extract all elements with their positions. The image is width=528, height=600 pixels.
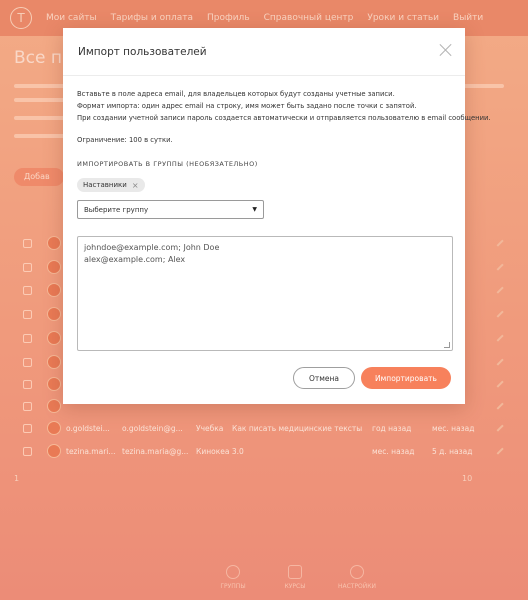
- textarea-line: alex@example.com; Alex: [84, 255, 186, 264]
- import-button[interactable]: Импортировать: [361, 367, 451, 389]
- emails-textarea[interactable]: johndoe@example.com; John Doe alex@examp…: [77, 236, 453, 351]
- avatar: [47, 307, 61, 321]
- row-checkbox[interactable]: [23, 286, 32, 295]
- row-checkbox[interactable]: [23, 358, 32, 367]
- cell-group: Кинокеа 3.0: [196, 447, 244, 456]
- cell-active: мес. назад: [432, 424, 475, 433]
- avatar: [47, 421, 61, 435]
- nav-item-profile[interactable]: Профиль: [207, 13, 250, 23]
- pencil-icon[interactable]: [492, 282, 504, 294]
- logo-icon[interactable]: T: [10, 7, 32, 29]
- avatar: [47, 260, 61, 274]
- nav-item-my-sites[interactable]: Мои сайты: [46, 13, 97, 23]
- nav-item-help[interactable]: Справочный центр: [264, 13, 354, 23]
- bottom-nav-courses[interactable]: КУРСЫ: [270, 565, 320, 590]
- pagination-last[interactable]: 10: [462, 474, 472, 483]
- pencil-icon[interactable]: [492, 398, 504, 410]
- avatar: [47, 377, 61, 391]
- cell-active: 5 д. назад: [432, 447, 473, 456]
- row-checkbox[interactable]: [23, 447, 32, 456]
- row-checkbox[interactable]: [23, 263, 32, 272]
- cell-email: tezina.maria@g...: [122, 447, 189, 456]
- row-checkbox[interactable]: [23, 334, 32, 343]
- row-checkbox[interactable]: [23, 424, 32, 433]
- resize-handle[interactable]: [444, 342, 450, 348]
- bottom-nav-label: ГРУППЫ: [220, 583, 246, 590]
- chevron-down-icon: ▼: [252, 206, 257, 213]
- row-checkbox[interactable]: [23, 239, 32, 248]
- info-line: При создании учетной записи пароль созда…: [77, 114, 491, 122]
- modal-title: Импорт пользователей: [78, 45, 207, 58]
- info-line: Вставьте в поле адреса email, для владел…: [77, 90, 395, 98]
- pencil-icon[interactable]: [492, 306, 504, 318]
- cell-email: o.goldstein@g...: [122, 424, 183, 433]
- pencil-icon[interactable]: [492, 354, 504, 366]
- bottom-nav-groups[interactable]: ГРУППЫ: [208, 565, 258, 590]
- avatar: [47, 331, 61, 345]
- nav-item-logout[interactable]: Выйти: [453, 13, 483, 23]
- group-select-value: Выберите группу: [84, 205, 149, 214]
- cell-created: год назад: [372, 424, 412, 433]
- pencil-icon[interactable]: [492, 376, 504, 388]
- nav-item-tariffs[interactable]: Тарифы и оплата: [111, 13, 193, 23]
- info-line: Формат импорта: один адрес email на стро…: [77, 102, 417, 110]
- group-select[interactable]: Выберите группу ▼: [77, 200, 264, 219]
- group-tag: Наставники ×: [77, 178, 145, 192]
- import-users-modal: Импорт пользователей Вставьте в поле адр…: [63, 28, 491, 404]
- courses-icon: [288, 565, 302, 579]
- cell-group: Учебка: [196, 424, 224, 433]
- modal-header: Импорт пользователей: [63, 28, 465, 75]
- pencil-icon[interactable]: [492, 235, 504, 247]
- pencil-icon[interactable]: [492, 443, 504, 455]
- table-row[interactable]: tezina.mari... tezina.maria@g... Кинокеа…: [0, 439, 528, 463]
- row-checkbox[interactable]: [23, 310, 32, 319]
- bottom-nav-label: НАСТРОЙКИ: [337, 583, 377, 590]
- table-row[interactable]: o.goldstei... o.goldstein@g... Учебка Ка…: [0, 416, 528, 440]
- row-checkbox[interactable]: [23, 380, 32, 389]
- cancel-button[interactable]: Отмена: [293, 367, 355, 389]
- settings-icon: [350, 565, 364, 579]
- row-checkbox[interactable]: [23, 402, 32, 411]
- add-user-button[interactable]: Добав: [14, 168, 64, 186]
- group-tag-label: Наставники: [83, 181, 127, 189]
- avatar: [47, 283, 61, 297]
- groups-icon: [226, 565, 240, 579]
- modal-body: Вставьте в поле адреса email, для владел…: [63, 76, 491, 351]
- nav-item-lessons[interactable]: Уроки и статьи: [367, 13, 439, 23]
- avatar: [47, 355, 61, 369]
- pagination-current[interactable]: 1: [14, 474, 19, 483]
- avatar: [47, 444, 61, 458]
- cell-name: tezina.mari...: [66, 447, 116, 456]
- pencil-icon[interactable]: [492, 259, 504, 271]
- avatar: [47, 236, 61, 250]
- close-icon[interactable]: [439, 43, 453, 57]
- limit-text: Ограничение: 100 в сутки.: [77, 136, 173, 144]
- cell-created: мес. назад: [372, 447, 415, 456]
- pencil-icon[interactable]: [492, 420, 504, 432]
- add-user-button-label: Добав: [24, 172, 50, 181]
- group-label: ИМПОРТИРОВАТЬ В ГРУППЫ (НЕОБЯЗАТЕЛЬНО): [77, 160, 258, 168]
- tag-remove-icon[interactable]: ×: [132, 181, 139, 190]
- pencil-icon[interactable]: [492, 330, 504, 342]
- bottom-nav-settings[interactable]: НАСТРОЙКИ: [332, 565, 382, 590]
- avatar: [47, 399, 61, 413]
- textarea-line: johndoe@example.com; John Doe: [84, 243, 220, 252]
- cell-name: o.goldstei...: [66, 424, 110, 433]
- bottom-nav-label: КУРСЫ: [284, 583, 306, 590]
- modal-footer: Отмена Импортировать: [63, 367, 465, 389]
- cell-course: Как писать медицинские тексты: [232, 424, 363, 433]
